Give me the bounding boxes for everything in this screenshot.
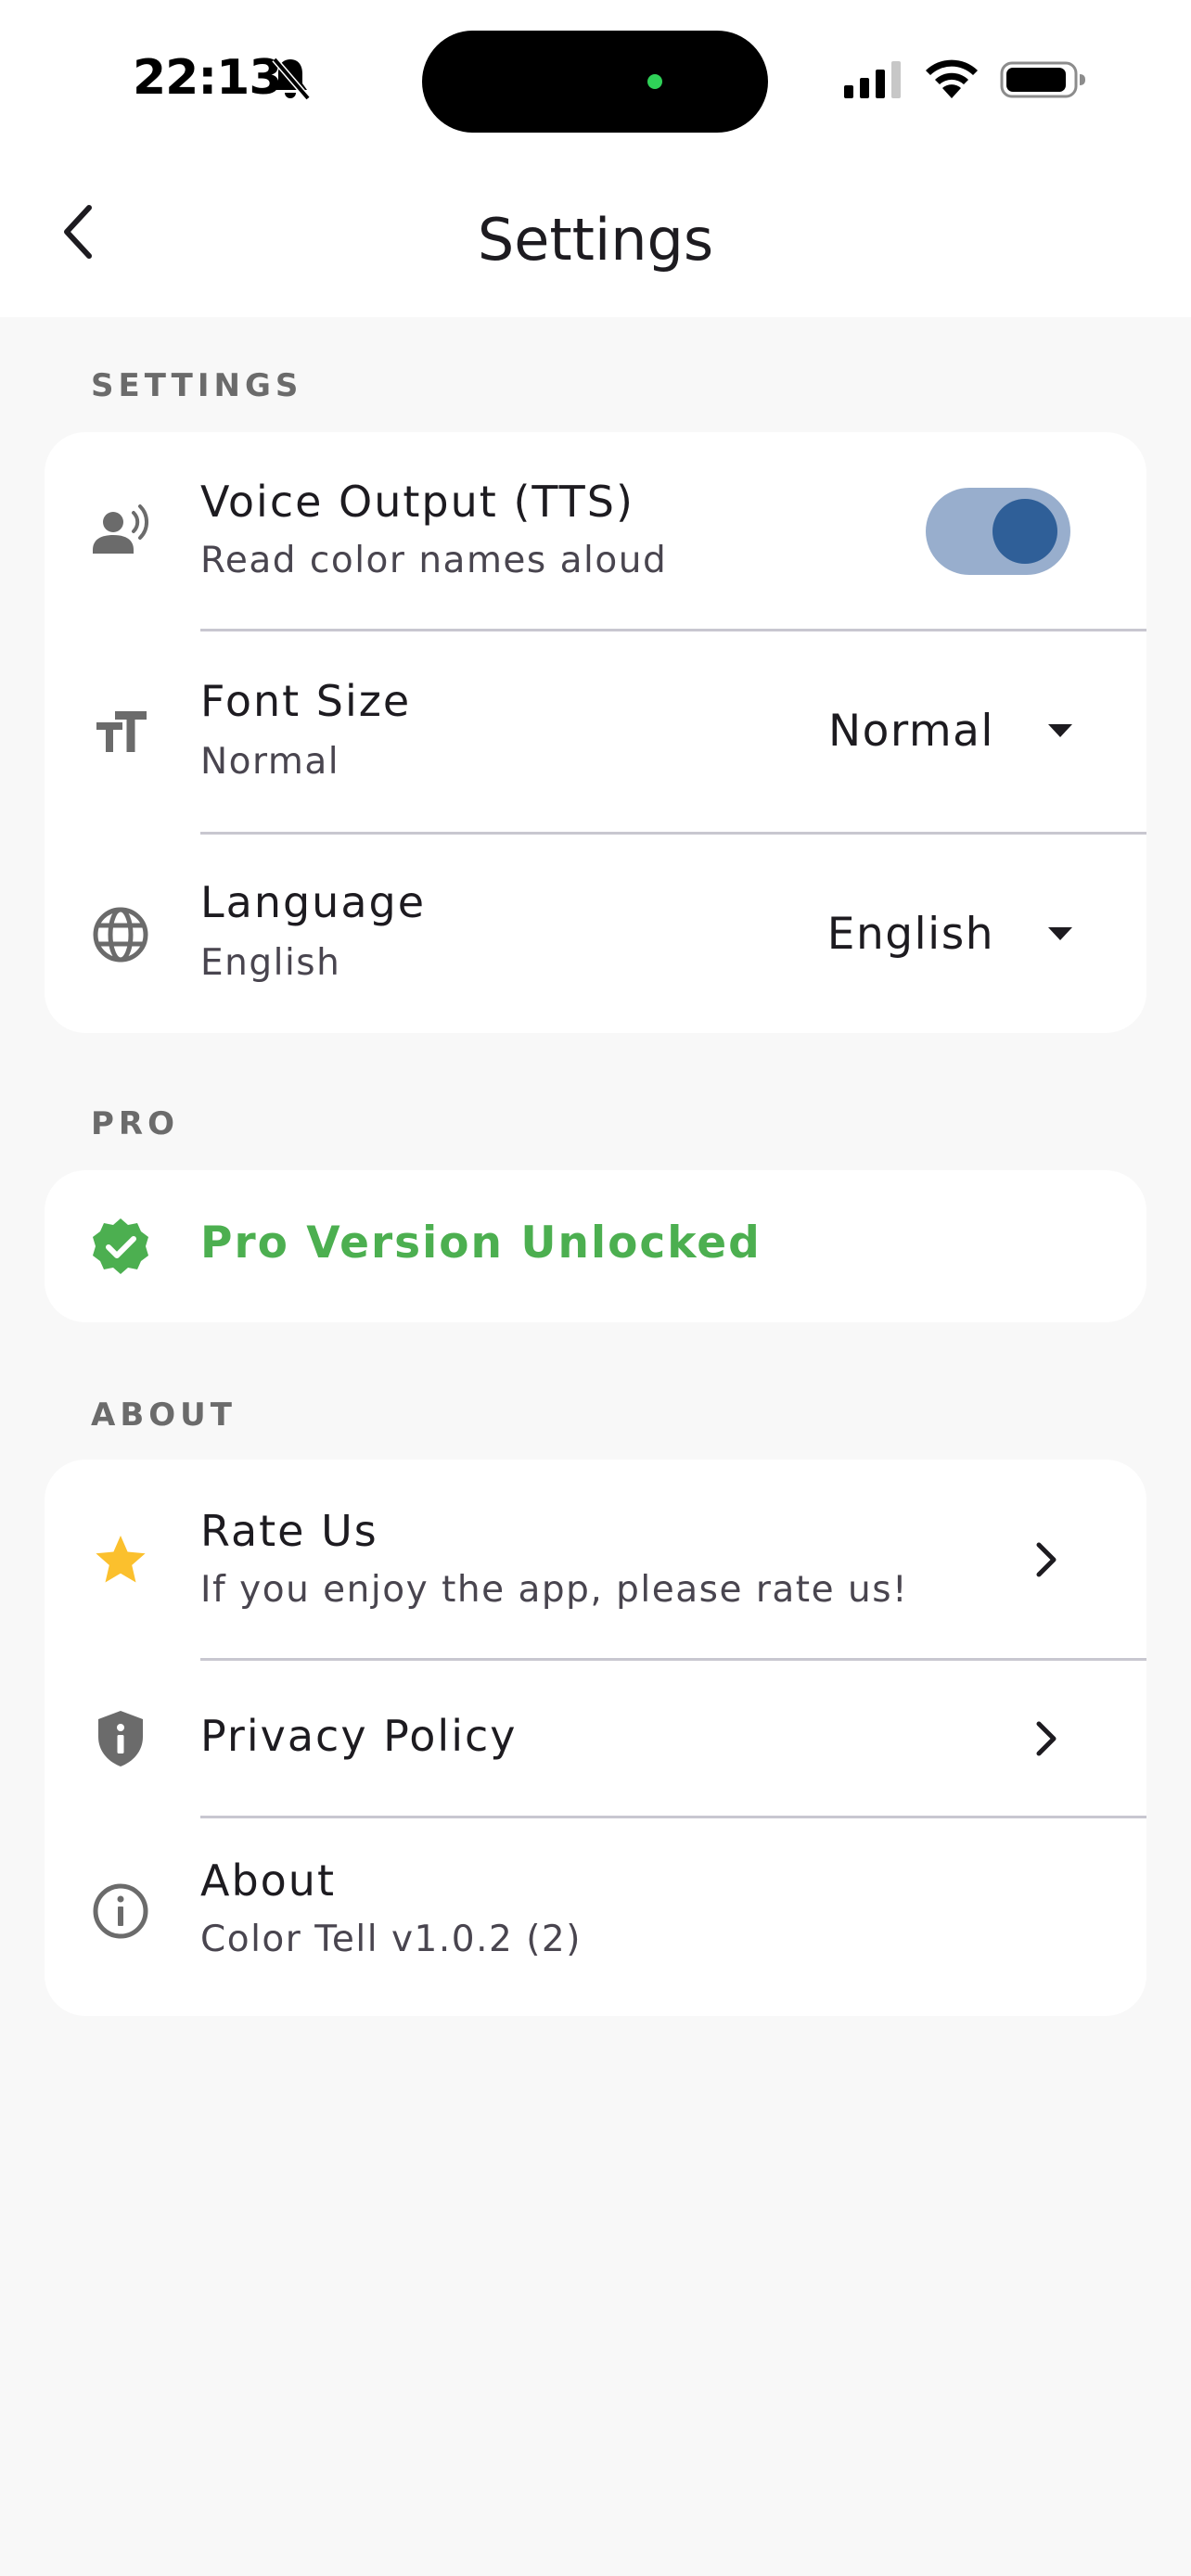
pro-status-text: Pro Version Unlocked [200,1218,762,1269]
chevron-right-icon [1036,1721,1057,1756]
page-title: Settings [477,206,714,274]
privacy-policy-row[interactable]: Privacy Policy [45,1661,1146,1817]
language-dropdown-value: English [826,908,994,960]
section-label-about: ABOUT [91,1396,237,1434]
voice-output-subtitle: Read color names aloud [200,540,668,581]
bell-slash-icon [272,57,311,101]
app-bar: Settings [0,158,1191,317]
about-subtitle: Color Tell v1.0.2 (2) [200,1919,582,1960]
rate-us-row[interactable]: Rate Us If you enjoy the app, please rat… [45,1460,1146,1660]
record-voice-icon [93,504,149,554]
shield-info-icon [98,1711,143,1766]
voice-output-toggle[interactable] [926,488,1070,575]
camera-indicator [647,74,662,89]
font-size-dropdown[interactable]: Normal [828,694,1072,768]
about-title: About [200,1855,337,1906]
font-size-dropdown-value: Normal [827,705,994,757]
section-label-settings: SETTINGS [91,367,303,404]
status-time: 22:13 [133,50,283,106]
rate-us-title: Rate Us [200,1506,378,1556]
voice-output-title: Voice Output (TTS) [200,477,634,527]
toggle-knob [992,499,1057,564]
voice-output-row[interactable]: Voice Output (TTS) Read color names alou… [45,432,1146,631]
info-icon [93,1883,148,1939]
text-size-icon [96,711,147,752]
font-size-subtitle: Normal [200,741,340,783]
settings-card: Voice Output (TTS) Read color names alou… [45,432,1146,1033]
pro-status-row: Pro Version Unlocked [45,1170,1146,1322]
dynamic-island [422,31,768,133]
wifi-icon [926,59,978,98]
language-row[interactable]: Language English English [45,835,1146,1033]
about-card: Rate Us If you enjoy the app, please rat… [45,1460,1146,2016]
pro-card: Pro Version Unlocked [45,1170,1146,1322]
battery-icon [1000,61,1085,98]
chevron-right-icon [1036,1542,1057,1577]
language-dropdown[interactable]: English [827,897,1072,971]
section-label-pro: PRO [91,1105,180,1142]
language-subtitle: English [200,942,341,984]
globe-icon [93,907,148,963]
privacy-policy-title: Privacy Policy [200,1711,518,1761]
star-icon [96,1536,146,1583]
cellular-signal-icon [844,61,901,98]
font-size-title: Font Size [200,676,412,726]
language-title: Language [200,877,427,927]
status-bar: 22:13 [0,0,1191,158]
dropdown-arrow-icon [1048,724,1072,737]
about-row[interactable]: About Color Tell v1.0.2 (2) [45,1818,1146,2016]
font-size-row[interactable]: Font Size Normal Normal [45,631,1146,833]
rate-us-subtitle: If you enjoy the app, please rate us! [200,1569,909,1611]
verified-badge-icon [93,1218,148,1274]
dropdown-arrow-icon [1048,927,1072,940]
